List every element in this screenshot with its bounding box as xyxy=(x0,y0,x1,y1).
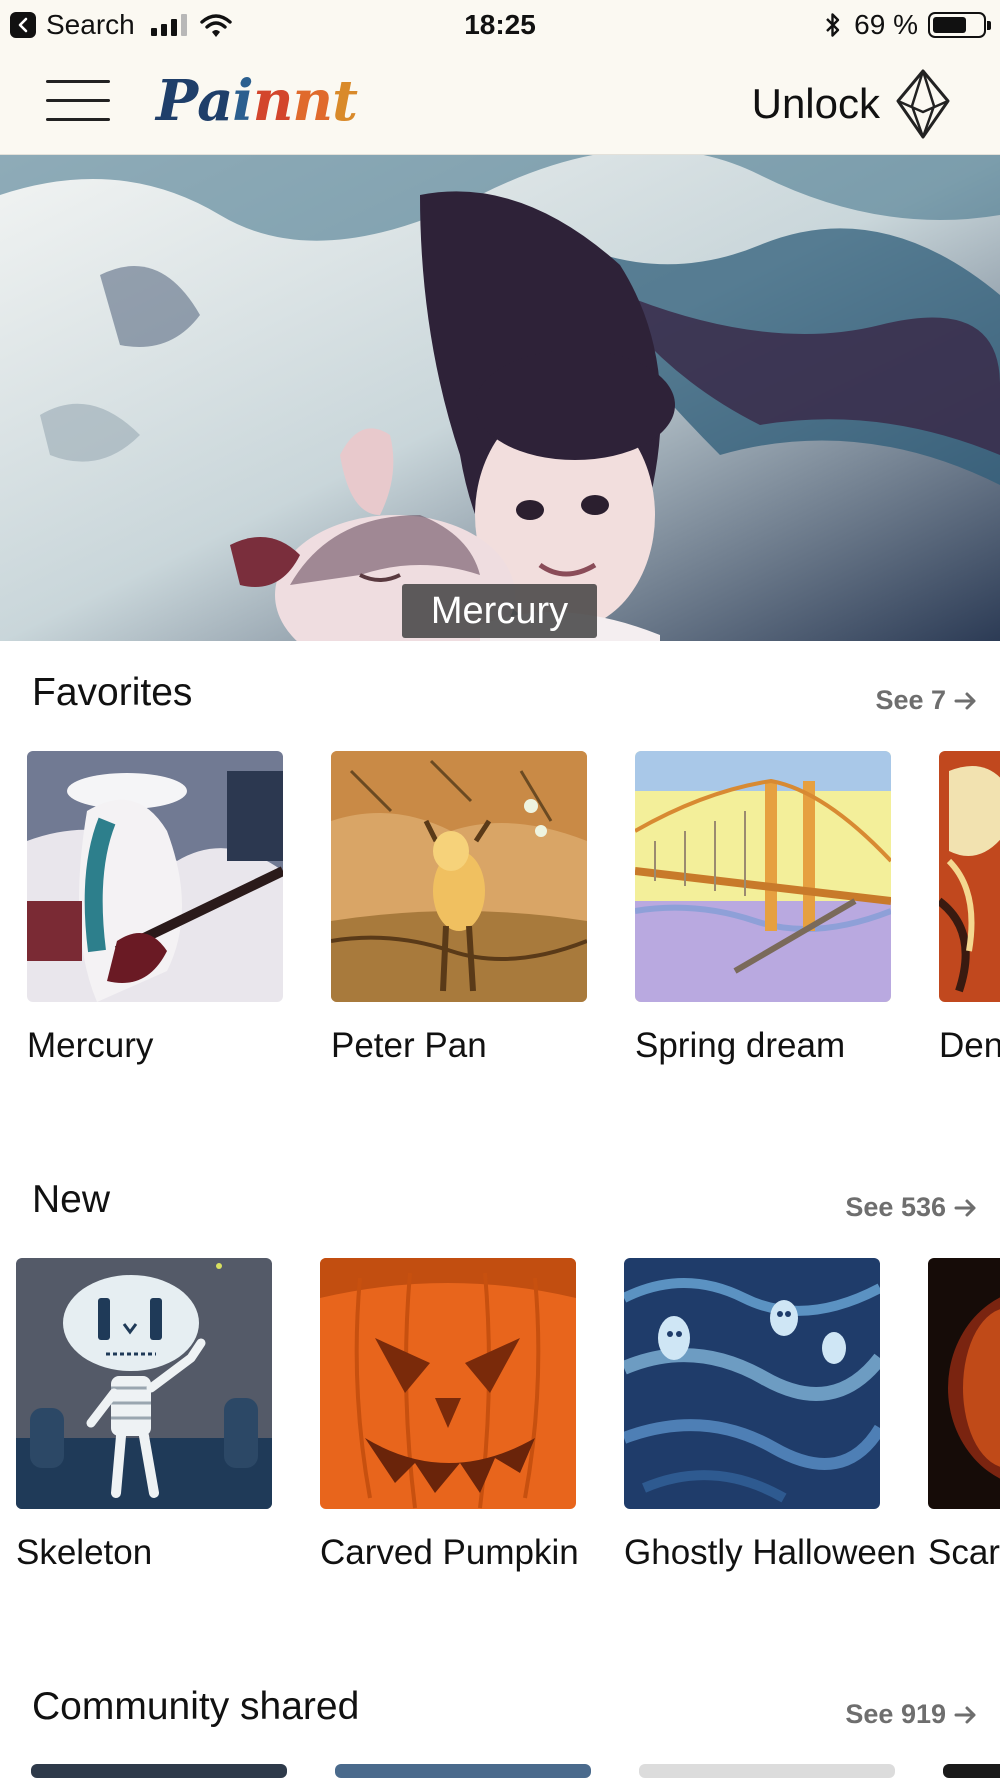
new-title: New xyxy=(32,1178,111,1221)
community-card[interactable] xyxy=(31,1764,287,1778)
style-card-skeleton[interactable]: Skeleton xyxy=(16,1258,272,1575)
new-see-all-link[interactable]: See 536 xyxy=(845,1192,978,1223)
hamburger-menu-icon[interactable] xyxy=(46,80,110,124)
favorites-row: Mercury Peter Pan Spring dream Den xyxy=(0,751,1000,1071)
community-see-all-label: See 919 xyxy=(845,1699,946,1729)
style-thumbnail xyxy=(624,1258,880,1509)
style-card-carved-pumpkin[interactable]: Carved Pumpkin xyxy=(320,1258,579,1575)
hero-artwork-image xyxy=(0,155,1000,641)
style-card-label: Scar Hallo xyxy=(928,1533,1000,1572)
community-thumbnail xyxy=(335,1764,591,1778)
style-thumbnail xyxy=(939,751,1000,1002)
logo-letter: n xyxy=(252,68,294,134)
status-bar: Search 18:25 69 % xyxy=(0,0,1000,52)
style-card-den[interactable]: Den xyxy=(939,751,1000,1068)
bluetooth-icon xyxy=(826,13,840,37)
battery-fill xyxy=(933,17,967,33)
style-thumbnail xyxy=(331,751,587,1002)
community-thumbnail xyxy=(943,1764,1000,1778)
logo-letter: t xyxy=(332,68,358,134)
battery-percent: 69 % xyxy=(854,9,918,40)
style-card-label: Mercury xyxy=(27,1026,154,1065)
community-card[interactable] xyxy=(335,1764,591,1778)
style-card-label: Spring dream xyxy=(635,1026,846,1065)
logo-letter: n xyxy=(292,68,333,134)
style-card-label: Peter Pan xyxy=(331,1026,487,1065)
community-card[interactable] xyxy=(639,1764,895,1778)
diamond-icon xyxy=(896,69,950,139)
community-section: Community shared See 919 xyxy=(0,1655,1000,1778)
new-row: Skeleton Carved Pumpkin Ghostly Hallowee… xyxy=(0,1258,1000,1578)
favorites-see-all-link[interactable]: See 7 xyxy=(875,685,978,716)
style-card-scary-halloween[interactable]: Scar Hallo xyxy=(928,1258,1000,1575)
style-thumbnail xyxy=(635,751,891,1002)
style-card-peter-pan[interactable]: Peter Pan xyxy=(331,751,587,1068)
community-row xyxy=(0,1764,1000,1778)
unlock-label: Unlock xyxy=(751,80,880,127)
community-title: Community shared xyxy=(32,1685,360,1728)
app-header: Painnt Unlock xyxy=(0,52,1000,155)
favorites-title: Favorites xyxy=(32,671,193,714)
arrow-right-icon xyxy=(954,692,976,709)
new-see-all-label: See 536 xyxy=(845,1192,946,1222)
new-section: New See 536 Skeleton Carved Pumpkin Ghos… xyxy=(0,1148,1000,1572)
logo-letter: a xyxy=(197,68,233,134)
style-card-ghostly-halloween[interactable]: Ghostly Halloween xyxy=(624,1258,916,1575)
community-card[interactable] xyxy=(943,1764,1000,1778)
style-thumbnail xyxy=(320,1258,576,1509)
favorites-section: Favorites See 7 Mercury Peter Pan Spring… xyxy=(0,641,1000,1065)
style-card-spring-dream[interactable]: Spring dream xyxy=(635,751,891,1068)
style-card-label: Carved Pumpkin xyxy=(320,1533,579,1572)
style-thumbnail xyxy=(928,1258,1000,1509)
community-see-all-link[interactable]: See 919 xyxy=(845,1699,978,1730)
logo-letter: i xyxy=(232,68,253,134)
hero-banner[interactable]: Mercury xyxy=(0,155,1000,641)
community-thumbnail xyxy=(31,1764,287,1778)
style-thumbnail xyxy=(16,1258,272,1509)
unlock-button[interactable]: Unlock xyxy=(752,66,952,142)
style-card-label: Den xyxy=(939,1026,1000,1065)
style-card-mercury[interactable]: Mercury xyxy=(27,751,283,1068)
app-logo: Painnt xyxy=(156,68,358,134)
status-bar-right: 69 % xyxy=(824,9,991,41)
style-card-label: Skeleton xyxy=(16,1533,153,1572)
logo-letter: P xyxy=(156,68,198,134)
hero-caption: Mercury xyxy=(402,584,597,638)
arrow-right-icon xyxy=(954,1706,976,1723)
favorites-see-all-label: See 7 xyxy=(875,685,946,715)
arrow-right-icon xyxy=(954,1199,976,1216)
style-thumbnail xyxy=(27,751,283,1002)
battery-icon xyxy=(928,12,991,38)
community-thumbnail xyxy=(639,1764,895,1778)
style-card-label: Ghostly Halloween xyxy=(624,1533,916,1572)
